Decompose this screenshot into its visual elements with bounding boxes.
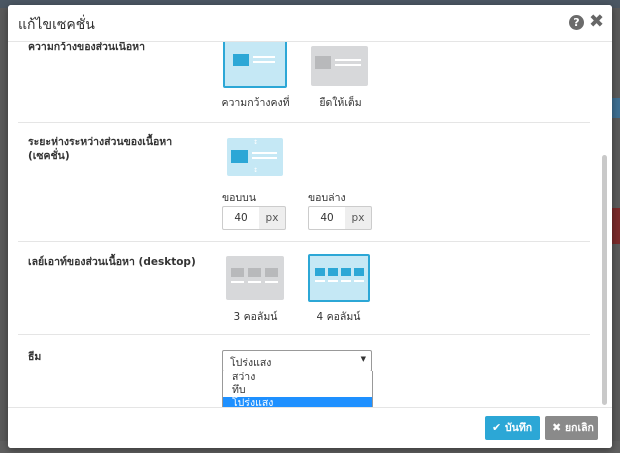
divider bbox=[18, 122, 590, 123]
fixed-width-caption: ความกว้างคงที่ bbox=[221, 97, 290, 109]
save-button-label: บันทึก bbox=[505, 422, 533, 434]
theme-option-solid[interactable]: ทึบ bbox=[223, 384, 372, 397]
cancel-button[interactable]: ✖ ยกเลิก bbox=[545, 416, 598, 440]
spacing-label-line1: ระยะห่างระหว่างส่วนของเนื้อหา bbox=[28, 136, 173, 148]
layout-3-columns-option[interactable] bbox=[226, 256, 284, 300]
theme-section-label: ธีม bbox=[28, 351, 42, 363]
background-right bbox=[612, 8, 620, 453]
theme-option-light[interactable]: สว่าง bbox=[223, 371, 372, 384]
divider bbox=[18, 241, 590, 242]
full-width-caption: ยืดให้เต็ม bbox=[319, 97, 362, 109]
bottom-margin-input[interactable]: 40 bbox=[308, 206, 346, 230]
modal-footer: ✔ บันทึก ✖ ยกเลิก bbox=[8, 407, 612, 448]
save-button[interactable]: ✔ บันทึก bbox=[485, 416, 540, 440]
theme-option-transparent[interactable]: โปร่งแสง bbox=[223, 397, 372, 407]
modal-body[interactable]: ความกว้างของส่วนเนื้อหา ความกว้างคงที่ ย… bbox=[8, 42, 612, 407]
layout-3-columns-caption: 3 คอลัมน์ bbox=[233, 311, 278, 323]
background-left bbox=[0, 8, 8, 453]
spacing-section-label: ระยะห่างระหว่างส่วนของเนื้อหา (เซคชั่น) bbox=[28, 135, 172, 163]
top-margin-input[interactable]: 40 bbox=[222, 206, 260, 230]
width-section-label: ความกว้างของส่วนเนื้อหา bbox=[28, 42, 145, 53]
help-icon[interactable]: ? bbox=[569, 15, 584, 30]
modal-scrollbar[interactable] bbox=[602, 155, 607, 405]
edit-section-modal: แก้ไขเซคชั่น ? ✖ ความกว้างของส่วนเนื้อหา… bbox=[8, 5, 612, 448]
top-margin-unit: px bbox=[259, 206, 286, 230]
spacing-label-line2: (เซคชั่น) bbox=[28, 150, 70, 162]
theme-select[interactable]: โปร่งแสง ▼ bbox=[222, 350, 372, 372]
check-icon: ✔ bbox=[492, 421, 502, 434]
layout-4-columns-caption: 4 คอลัมน์ bbox=[316, 311, 361, 323]
bottom-margin-label: ขอบล่าง bbox=[308, 192, 346, 204]
layout-full-width-option[interactable] bbox=[311, 46, 368, 86]
close-icon[interactable]: ✖ bbox=[589, 12, 604, 32]
close-icon: ✖ bbox=[552, 421, 562, 434]
theme-dropdown-list[interactable]: สว่าง ทึบ โปร่งแสง bbox=[222, 371, 373, 407]
spacing-preview-image: ↕ ↕ bbox=[227, 138, 283, 176]
layout-4-columns-option[interactable] bbox=[308, 254, 370, 302]
bottom-margin-unit: px bbox=[345, 206, 372, 230]
theme-select-value: โปร่งแสง bbox=[230, 357, 272, 369]
modal-title: แก้ไขเซคชั่น bbox=[18, 17, 95, 33]
cancel-button-label: ยกเลิก bbox=[565, 422, 594, 434]
layout-fixed-width-option[interactable] bbox=[223, 42, 287, 88]
chevron-down-icon: ▼ bbox=[360, 355, 366, 363]
modal-header: แก้ไขเซคชั่น ? ✖ bbox=[8, 5, 612, 42]
top-margin-label: ขอบบน bbox=[222, 192, 256, 204]
layout-section-label: เลย์เอาท์ของส่วนเนื้อหา (desktop) bbox=[28, 256, 196, 268]
divider bbox=[18, 334, 590, 335]
